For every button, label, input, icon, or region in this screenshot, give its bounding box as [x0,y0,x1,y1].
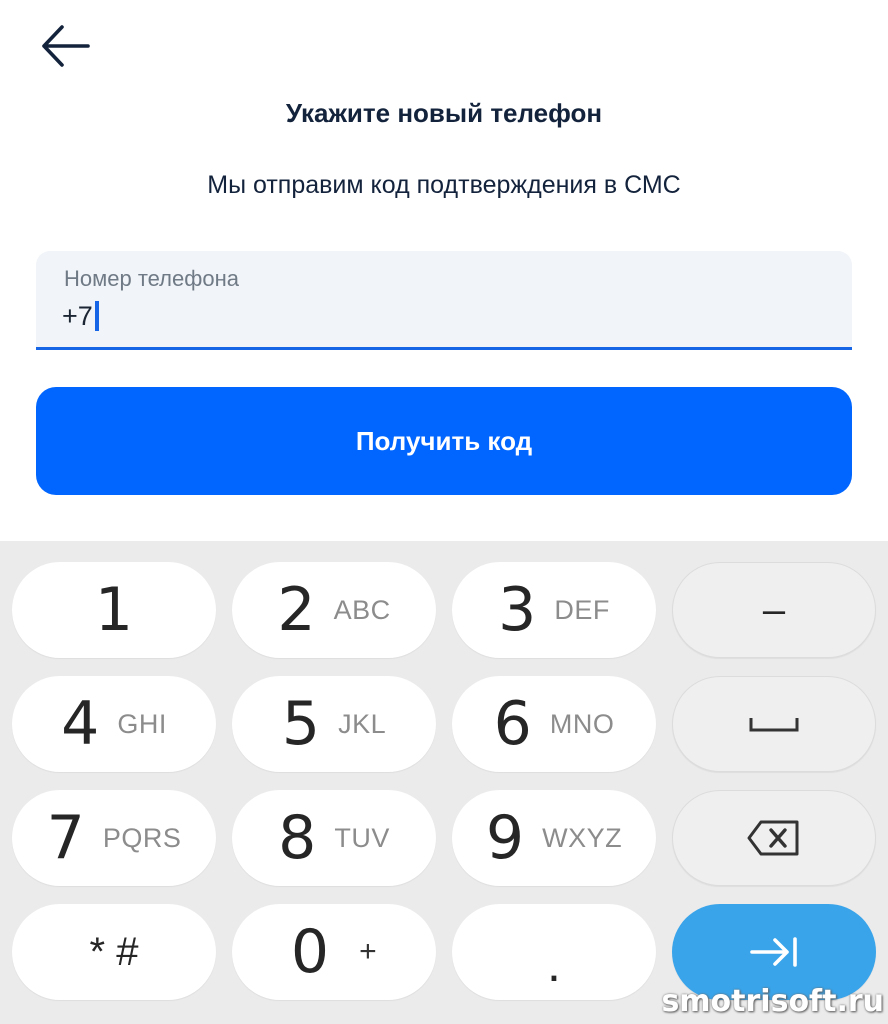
key-1[interactable]: 1 [12,562,216,658]
get-code-button-label: Получить код [355,425,533,456]
key-6[interactable]: 6 MNO [452,676,656,772]
numeric-keyboard: 1 2 ABC 3 DEF – 4 GHI 5 JKL 6 MNO 7 PQRS… [0,541,888,1024]
phone-field[interactable]: Номер телефона +7 [36,251,852,350]
next-field-icon [750,937,797,967]
page-title: Укажите новый телефон [285,98,603,128]
phone-field-label: Номер телефона [64,266,239,291]
space-icon [749,718,799,732]
key-digit: 3 [498,575,537,645]
key-symbol: . [547,936,561,992]
key-digit: 4 [61,689,100,759]
key-letters: DEF [554,594,610,625]
key-space[interactable] [672,676,876,772]
text-cursor [94,301,99,331]
key-7[interactable]: 7 PQRS [12,790,216,886]
key-letters: GHI [117,708,167,739]
key-9[interactable]: 9 WXYZ [452,790,656,886]
phone-input-value: +7 [62,300,93,331]
key-letters: JKL [338,708,387,739]
key-letters: WXYZ [542,822,623,853]
key-letters: MNO [549,708,615,739]
key-dash[interactable]: – [672,562,876,658]
key-digit: 9 [485,803,525,873]
key-digit: 5 [281,689,321,759]
key-digit: 0 [290,917,330,987]
key-digit: 2 [277,575,316,645]
get-code-button[interactable]: Получить код [36,387,852,495]
key-3[interactable]: 3 DEF [452,562,656,658]
page-subtitle: Мы отправим код подтверждения в СМС [207,171,681,199]
key-digit: 8 [278,803,317,873]
phone-input[interactable]: +7 [62,298,99,334]
backspace-icon [747,820,799,856]
key-8[interactable]: 8 TUV [232,790,436,886]
key-2[interactable]: 2 ABC [232,562,436,658]
key-digit: 6 [493,689,532,759]
key-digit: 1 [94,575,134,645]
arrow-left-icon [42,25,90,67]
key-letters: + [359,935,378,968]
watermark: smotrisoft.ru [661,984,884,1019]
key-0[interactable]: 0 + [232,904,436,1000]
key-letters: PQRS [102,822,182,853]
key-digit: 7 [46,803,85,873]
key-5[interactable]: 5 JKL [232,676,436,772]
key-dot[interactable]: . [452,904,656,1000]
key-4[interactable]: 4 GHI [12,676,216,772]
key-star-hash[interactable]: * # [12,904,216,1000]
key-letters: TUV [334,822,390,853]
key-symbol: – [762,587,786,632]
key-letters: ABC [333,594,391,625]
key-backspace[interactable] [672,790,876,886]
key-symbol: * # [89,929,139,974]
back-button[interactable] [36,22,94,70]
